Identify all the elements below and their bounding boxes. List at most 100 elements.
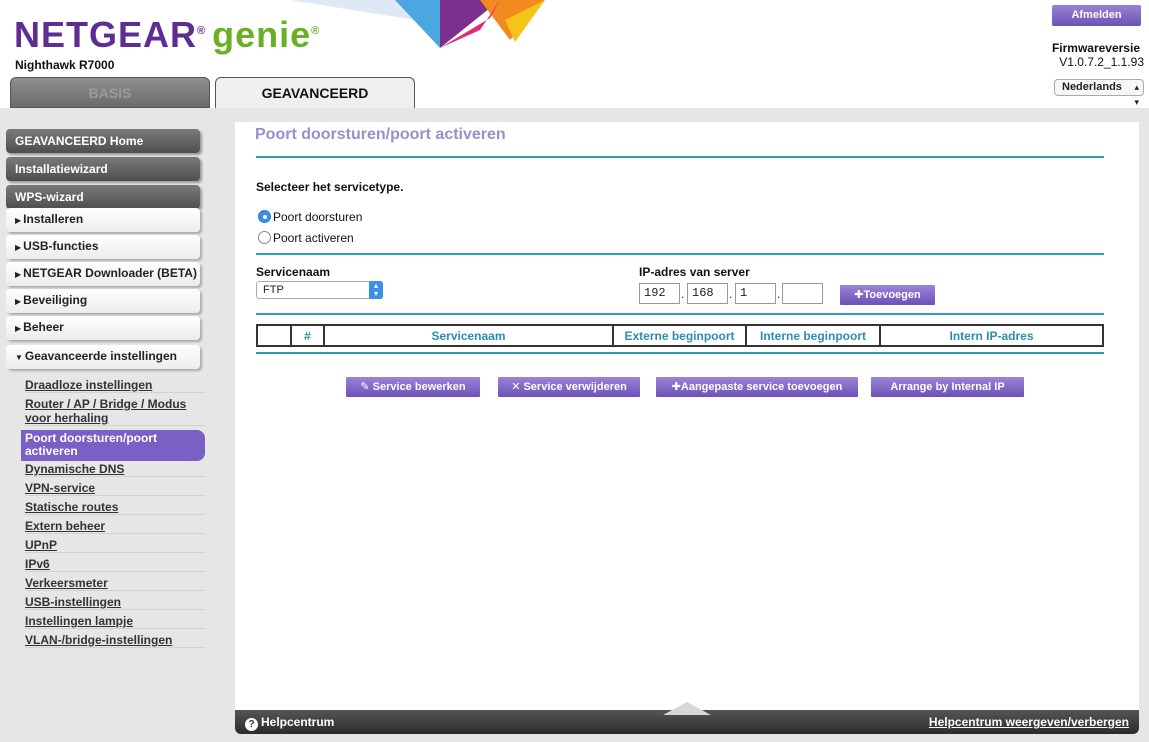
sidebar-section-installeren[interactable]: ▶ Installeren bbox=[6, 208, 200, 232]
sidebar-item-wps-wizard[interactable]: WPS-wizard bbox=[6, 185, 200, 209]
ip-octet-3-input[interactable]: 1 bbox=[735, 283, 776, 304]
sidebar-item-extern-beheer[interactable]: Extern beheer bbox=[25, 519, 205, 534]
sidebar-section-label: USB-functies bbox=[23, 239, 99, 253]
tab-basis[interactable]: BASIS bbox=[10, 77, 210, 108]
sidebar-item-poort-doorsturen-active[interactable]: Poort doorsturen/poort activeren bbox=[21, 430, 205, 461]
sidebar-item-vlan-bridge[interactable]: VLAN-/bridge-instellingen bbox=[25, 633, 205, 648]
expand-arrow-icon[interactable] bbox=[663, 702, 711, 715]
service-name-select[interactable]: FTP ▴ ▾ bbox=[256, 281, 383, 299]
ip-dot: . bbox=[681, 287, 685, 301]
add-button-label: Toevoegen bbox=[863, 289, 921, 301]
sidebar-section-beheer[interactable]: ▶ Beheer bbox=[6, 316, 200, 340]
sidebar-item-upnp[interactable]: UPnP bbox=[25, 538, 205, 553]
delete-service-button[interactable]: ✕ Service verwijderen bbox=[498, 377, 640, 397]
decorative-triangle-graphic bbox=[290, 0, 545, 48]
sidebar-item-installatiewizard[interactable]: Installatiewizard bbox=[6, 157, 200, 181]
triangle-right-icon: ▶ bbox=[15, 243, 22, 252]
divider bbox=[256, 253, 1104, 255]
x-icon: ✕ bbox=[511, 381, 521, 393]
ip-octet-1-input[interactable]: 192 bbox=[639, 283, 680, 304]
radio-poort-doorsturen[interactable]: Poort doorsturen bbox=[258, 210, 362, 224]
sidebar-section-geavanceerde-instellingen[interactable]: ▼ Geavanceerde instellingen bbox=[6, 345, 200, 369]
sidebar-section-label: Beheer bbox=[23, 320, 64, 334]
question-icon: ? bbox=[245, 718, 258, 731]
sidebar-section-label: Geavanceerde instellingen bbox=[24, 349, 177, 363]
help-center-link[interactable]: ? Helpcentrum bbox=[245, 715, 334, 731]
triangle-right-icon: ▶ bbox=[15, 270, 22, 279]
netgear-genie-logo: NETGEAR® genie® bbox=[14, 14, 320, 56]
updown-arrows-icon: ▴ ▾ bbox=[1134, 82, 1139, 107]
sidebar-section-label: NETGEAR Downloader (BETA) bbox=[23, 266, 197, 280]
edit-service-label: Service bewerken bbox=[372, 381, 466, 393]
sidebar: GEAVANCEERD Home Installatiewizard WPS-w… bbox=[0, 108, 228, 742]
sidebar-item-vpn-service[interactable]: VPN-service bbox=[25, 481, 205, 496]
server-ip-label: IP-adres van server bbox=[639, 265, 750, 279]
language-value: Nederlands bbox=[1062, 81, 1122, 93]
column-header-number: # bbox=[290, 324, 325, 347]
ip-octet-2-input[interactable]: 168 bbox=[687, 283, 728, 304]
delete-service-label: Service verwijderen bbox=[523, 381, 627, 393]
triangle-right-icon: ▶ bbox=[15, 297, 22, 306]
sidebar-section-label: Beveiliging bbox=[23, 293, 88, 307]
tab-geavanceerd[interactable]: GEAVANCEERD bbox=[215, 77, 415, 108]
logo-registered-mark: ® bbox=[197, 25, 207, 37]
updown-arrows-icon: ▴ ▾ bbox=[369, 281, 383, 299]
sidebar-item-ipv6[interactable]: IPv6 bbox=[25, 557, 205, 572]
sidebar-section-usb-functies[interactable]: ▶ USB-functies bbox=[6, 235, 200, 259]
service-type-label: Selecteer het servicetype. bbox=[256, 180, 404, 194]
sidebar-item-router-ap-bridge[interactable]: Router / AP / Bridge / Modus voor herhal… bbox=[25, 397, 205, 426]
radio-label: Poort doorsturen bbox=[273, 210, 363, 224]
sidebar-item-instellingen-lampje[interactable]: Instellingen lampje bbox=[25, 614, 205, 629]
column-header-externe-beginpoort: Externe beginpoort bbox=[612, 324, 747, 347]
sidebar-section-netgear-downloader[interactable]: ▶ NETGEAR Downloader (BETA) bbox=[6, 262, 200, 286]
table-header-row: # Servicenaam Externe beginpoort Interne… bbox=[256, 324, 1104, 347]
service-name-value: FTP bbox=[263, 284, 284, 296]
main-panel: Poort doorsturen/poort activeren Selecte… bbox=[235, 122, 1139, 710]
sidebar-item-usb-instellingen[interactable]: USB-instellingen bbox=[25, 595, 205, 610]
column-header-servicenaam: Servicenaam bbox=[323, 324, 614, 347]
triangle-right-icon: ▶ bbox=[15, 324, 22, 333]
edit-service-button[interactable]: ✎ Service bewerken bbox=[346, 377, 480, 397]
column-header-intern-ip-adres: Intern IP-adres bbox=[879, 324, 1104, 347]
arrange-by-internal-ip-button[interactable]: Arrange by Internal IP bbox=[871, 377, 1024, 397]
logout-button[interactable]: Afmelden bbox=[1052, 5, 1141, 26]
plus-icon: ✚ bbox=[671, 381, 681, 393]
add-button[interactable]: ✚Toevoegen bbox=[840, 285, 935, 305]
language-select[interactable]: Nederlands ▴ ▾ bbox=[1054, 79, 1144, 107]
sidebar-section-label: Installeren bbox=[23, 212, 84, 226]
help-center-label: Helpcentrum bbox=[261, 715, 335, 729]
help-footer: ? Helpcentrum Helpcentrum weergeven/verbe… bbox=[235, 702, 1139, 734]
firmware-label: Firmwareversie bbox=[1051, 41, 1140, 55]
service-table: # Servicenaam Externe beginpoort Interne… bbox=[256, 324, 1104, 347]
divider bbox=[256, 352, 1104, 354]
router-model: Nighthawk R7000 bbox=[15, 58, 115, 72]
add-custom-service-label: Aangepaste service toevoegen bbox=[680, 381, 843, 393]
arrange-label: Arrange by Internal IP bbox=[890, 381, 1005, 393]
divider bbox=[256, 156, 1104, 158]
radio-poort-activeren[interactable]: Poort activeren bbox=[258, 231, 354, 245]
sidebar-section-beveiliging[interactable]: ▶ Beveiliging bbox=[6, 289, 200, 313]
logo-netgear-text: NETGEAR bbox=[14, 14, 198, 55]
pencil-icon: ✎ bbox=[360, 381, 370, 393]
sidebar-item-verkeersmeter[interactable]: Verkeersmeter bbox=[25, 576, 205, 591]
add-custom-service-button[interactable]: ✚Aangepaste service toevoegen bbox=[656, 377, 858, 397]
firmware-value: V1.0.7.2_1.1.93 bbox=[1059, 55, 1144, 69]
ip-octet-4-input[interactable] bbox=[782, 283, 823, 304]
help-toggle-link[interactable]: Helpcentrum weergeven/verbergen bbox=[929, 715, 1129, 729]
column-header-interne-beginpoort: Interne beginpoort bbox=[745, 324, 881, 347]
column-header-select bbox=[256, 324, 292, 347]
sidebar-item-draadloze-instellingen[interactable]: Draadloze instellingen bbox=[25, 378, 205, 393]
triangle-down-icon: ▼ bbox=[15, 353, 23, 362]
ip-dot: . bbox=[777, 287, 781, 301]
page-title: Poort doorsturen/poort activeren bbox=[255, 126, 506, 143]
sidebar-item-dynamische-dns[interactable]: Dynamische DNS bbox=[25, 462, 205, 477]
sidebar-item-geavanceerd-home[interactable]: GEAVANCEERD Home bbox=[6, 129, 200, 153]
radio-button[interactable] bbox=[258, 231, 271, 244]
service-name-label: Servicenaam bbox=[256, 265, 331, 279]
header: NETGEAR® genie® Nighthawk R7000 BASIS GEA… bbox=[0, 0, 1149, 108]
ip-dot: . bbox=[729, 287, 733, 301]
sidebar-item-statische-routes[interactable]: Statische routes bbox=[25, 500, 205, 515]
triangle-right-icon: ▶ bbox=[15, 216, 22, 225]
radio-button-selected[interactable] bbox=[258, 210, 271, 223]
radio-label: Poort activeren bbox=[273, 231, 354, 245]
